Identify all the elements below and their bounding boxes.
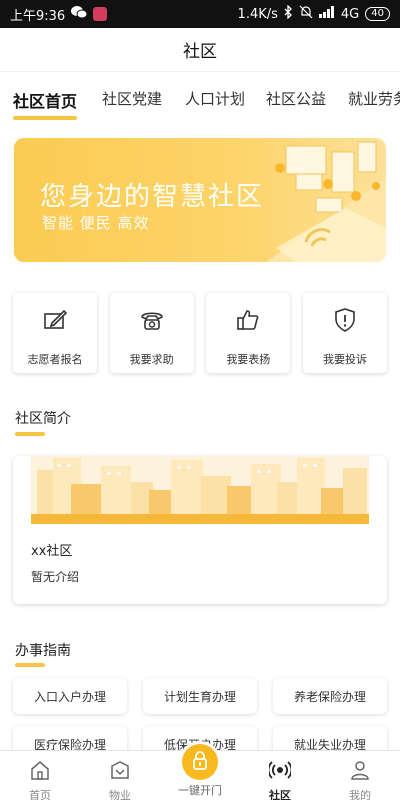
guide-button[interactable]: 养老保险办理 xyxy=(273,678,387,714)
page-title: 社区 xyxy=(0,28,400,72)
tab-population-plan[interactable]: 人口计划 xyxy=(185,88,245,109)
telephone-icon xyxy=(139,307,165,337)
network-type: 4G xyxy=(340,6,360,22)
nav-label: 物业 xyxy=(109,789,131,800)
network-speed: 1.4K/s xyxy=(237,6,278,22)
banner-title: 您身边的智慧社区 xyxy=(40,182,265,212)
praise-button[interactable]: 我要表扬 xyxy=(206,293,291,373)
community-intro-card[interactable]: xx社区 暂无介绍 xyxy=(13,456,387,604)
quick-action-label: 我要求助 xyxy=(129,353,174,366)
mute-icon xyxy=(299,5,313,23)
intro-section-underline xyxy=(15,432,45,436)
community-description: 暂无介绍 xyxy=(31,570,80,584)
tab-bar: 社区首页 社区党建 人口计划 社区公益 就业劳务 xyxy=(0,72,400,122)
tab-community-home[interactable]: 社区首页 xyxy=(13,88,77,112)
app-notification-icon xyxy=(93,7,108,21)
bluetooth-icon xyxy=(284,4,293,23)
nav-home[interactable]: 首页 xyxy=(0,751,80,800)
tab-employment[interactable]: 就业劳务 xyxy=(348,88,400,109)
tab-party-building[interactable]: 社区党建 xyxy=(102,88,162,109)
tab-community-welfare[interactable]: 社区公益 xyxy=(266,88,326,109)
guide-section-title: 办事指南 xyxy=(15,643,71,659)
community-name: xx社区 xyxy=(31,544,73,559)
smart-community-banner[interactable]: 您身边的智慧社区 智能 便民 高效 xyxy=(14,138,386,262)
active-tab-indicator xyxy=(13,116,77,120)
request-help-button[interactable]: 我要求助 xyxy=(109,293,194,373)
nav-label: 社区 xyxy=(269,789,291,800)
nav-profile[interactable]: 我的 xyxy=(320,751,400,800)
volunteer-signup-button[interactable]: 志愿者报名 xyxy=(13,293,97,373)
signal-icon xyxy=(318,6,335,22)
guide-section-underline xyxy=(15,663,45,667)
battery-indicator: 40 xyxy=(365,7,390,21)
home-icon xyxy=(29,759,51,785)
quick-action-label: 我要表扬 xyxy=(226,353,271,366)
banner-subtitle: 智能 便民 高效 xyxy=(42,214,150,232)
guide-button[interactable]: 入口入户办理 xyxy=(13,678,127,714)
property-icon xyxy=(109,759,131,785)
nav-community[interactable]: 社区 xyxy=(240,751,320,800)
shield-alert-icon xyxy=(332,307,358,337)
nav-label: 首页 xyxy=(29,789,51,800)
nav-property[interactable]: 物业 xyxy=(80,751,160,800)
status-bar: 上午9:36 1.4K/s 4G 40 xyxy=(0,0,400,28)
nav-label: 一键开门 xyxy=(178,784,222,797)
broadcast-icon xyxy=(267,759,293,785)
lock-icon xyxy=(191,750,209,774)
user-icon xyxy=(349,759,371,785)
community-skyline-illustration xyxy=(31,456,369,524)
complaint-button[interactable]: 我要投诉 xyxy=(302,293,387,373)
one-key-open-door-button[interactable] xyxy=(182,744,218,780)
nav-label: 我的 xyxy=(349,789,371,800)
thumbs-up-icon xyxy=(235,307,261,337)
status-time: 上午9:36 xyxy=(10,8,66,24)
wechat-icon xyxy=(71,5,88,23)
quick-actions: 志愿者报名 我要求助 我要表扬 我要投诉 xyxy=(13,293,387,373)
edit-icon xyxy=(42,307,68,337)
guide-button[interactable]: 计划生育办理 xyxy=(143,678,257,714)
quick-action-label: 我要投诉 xyxy=(322,353,367,366)
quick-action-label: 志愿者报名 xyxy=(27,353,83,366)
intro-section-title: 社区简介 xyxy=(15,411,71,427)
